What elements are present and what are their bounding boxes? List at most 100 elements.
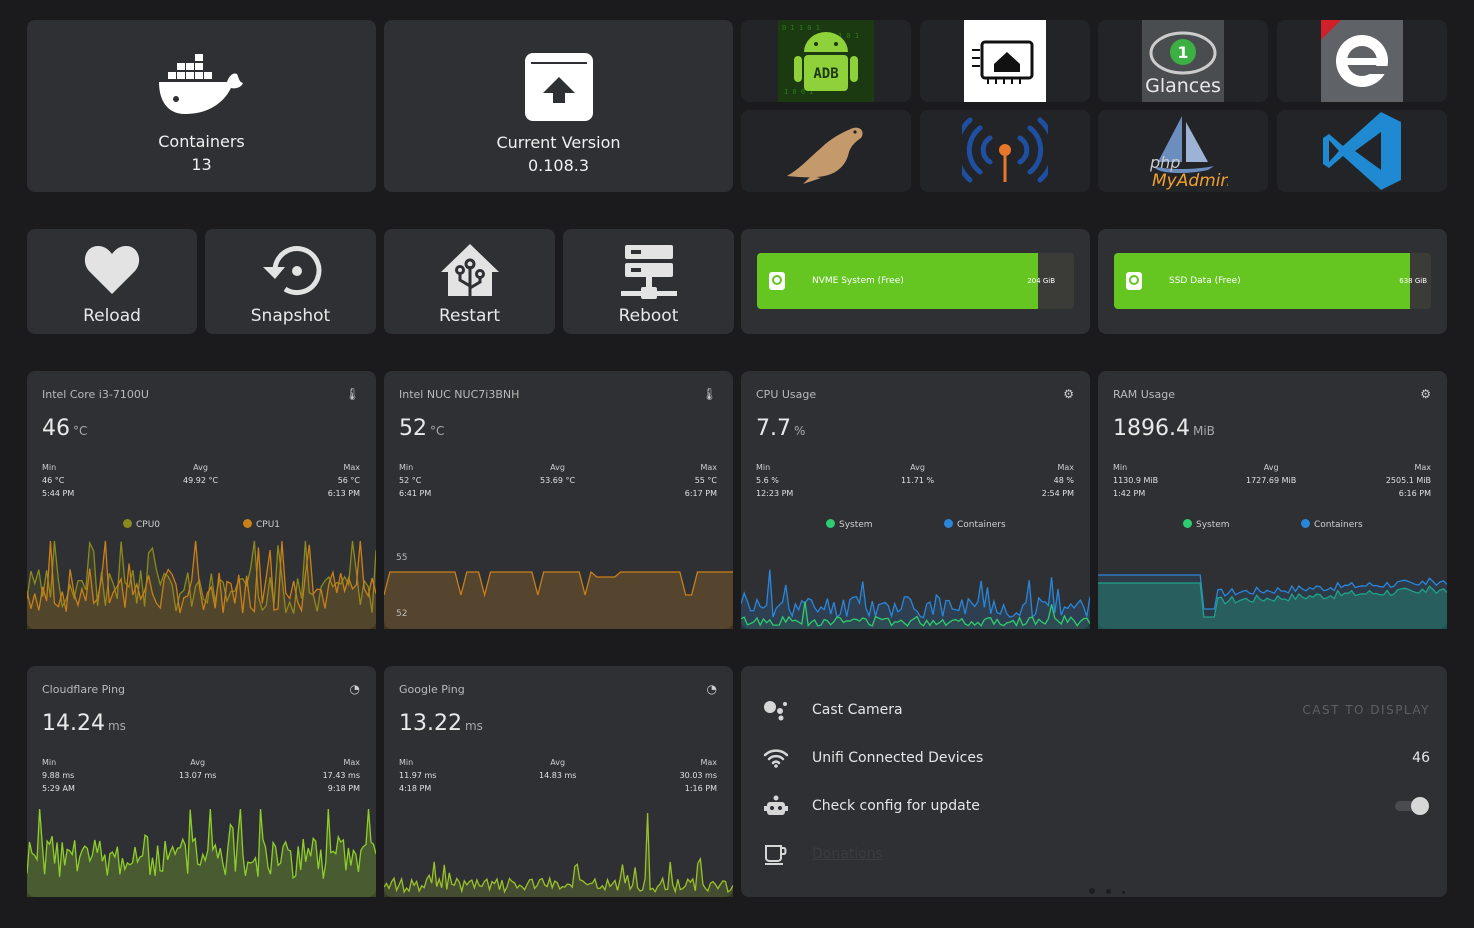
- stat-min: Min 1130.9 MiB 1:42 PM: [1113, 463, 1159, 498]
- svg-text:0 1 1 0 1: 0 1 1 0 1: [782, 24, 820, 32]
- check-config-name: Check config for update: [812, 798, 980, 814]
- app-antenna[interactable]: [920, 110, 1090, 192]
- heart-icon: [84, 246, 140, 294]
- glances-icon: 1 Glances: [1142, 20, 1224, 102]
- app-mariadb[interactable]: [741, 110, 911, 192]
- legend-containers[interactable]: Containers: [1301, 519, 1363, 530]
- cast-camera-row[interactable]: Cast Camera CAST TO DISPLAY: [741, 686, 1447, 734]
- ram-usage-card[interactable]: RAM Usage ⚙ 1896.4 MiB Min 1130.9 MiB 1:42 …: [1098, 371, 1447, 629]
- harddisk-icon: [769, 272, 785, 290]
- ebook-e-icon: [1321, 20, 1403, 102]
- app-e[interactable]: [1277, 20, 1447, 102]
- page-dot[interactable]: [1122, 891, 1126, 894]
- upload-box-icon: [524, 53, 593, 121]
- docker-whale-icon: [158, 54, 243, 114]
- stat-avg: Avg 11.71 %: [901, 463, 935, 485]
- app-vscode[interactable]: [1277, 110, 1447, 192]
- version-label: Current Version: [496, 133, 621, 152]
- cloudflare-ping-card[interactable]: Cloudflare Ping ◔ 14.24 ms Min 9.88 ms 5:29…: [27, 666, 376, 897]
- current-value: 13.22 ms: [399, 711, 483, 736]
- nvme-disk-label: NVME System (Free): [812, 276, 904, 286]
- cast-to-display-button[interactable]: CAST TO DISPLAY: [1302, 686, 1430, 734]
- stat-avg: Avg 14.83 ms: [539, 758, 577, 780]
- nuc-temp-card[interactable]: Intel NUC NUC7i3BNH 🌡 52 °C Min 52 °C 6:41 …: [384, 371, 733, 629]
- cpu-temp-chart: [27, 540, 376, 629]
- svg-text:ADB: ADB: [813, 66, 838, 82]
- stat-max: Max 55 °C 6:17 PM: [684, 463, 717, 498]
- current-version-tile[interactable]: Current Version 0.108.3: [384, 20, 733, 192]
- card-title: RAM Usage: [1113, 388, 1175, 401]
- cast-camera-name: Cast Camera: [812, 702, 903, 718]
- check-config-row[interactable]: Check config for update: [741, 782, 1447, 830]
- cpu-temp-card[interactable]: Intel Core i3-7100U 🌡 46 °C Min 46 °C 5:44 …: [27, 371, 376, 629]
- legend-containers[interactable]: Containers: [944, 519, 1006, 530]
- stat-min: Min 46 °C 5:44 PM: [42, 463, 75, 498]
- card-title: Intel NUC NUC7i3BNH: [399, 388, 520, 401]
- google-ping-chart: [384, 812, 733, 897]
- home-assistant-icon: [440, 244, 499, 296]
- current-value: 1896.4 MiB: [1113, 416, 1215, 441]
- stat-max: Max 30.03 ms 1:16 PM: [679, 758, 717, 793]
- card-title: Cloudflare Ping: [42, 683, 126, 696]
- stat-max: Max 2505.1 MiB 6:16 PM: [1385, 463, 1431, 498]
- restart-button[interactable]: Restart: [384, 229, 555, 334]
- server-network-icon: [620, 245, 677, 299]
- snapshot-restore-icon: [262, 246, 321, 296]
- page-dot-active[interactable]: [1089, 888, 1095, 894]
- donations-row[interactable]: Donations: [741, 830, 1447, 878]
- page-dot[interactable]: [1106, 889, 1112, 894]
- thermometer-icon: 🌡: [701, 387, 717, 401]
- app-phpmyadmin[interactable]: php MyAdmin: [1098, 110, 1268, 192]
- entities-card: Cast Camera CAST TO DISPLAY Unifi Connec…: [741, 666, 1447, 897]
- ssd-disk-label: SSD Data (Free): [1169, 276, 1241, 286]
- chart-area: [384, 572, 733, 629]
- ssd-disk-bar[interactable]: SSD Data (Free) 638 GiB: [1114, 253, 1431, 309]
- nvme-disk-bar[interactable]: NVME System (Free) 204 GiB: [757, 253, 1074, 309]
- stat-avg: Avg 1727.69 MiB: [1246, 463, 1297, 485]
- coffee-cup-icon: [763, 843, 789, 865]
- unifi-value: 46: [1412, 750, 1430, 766]
- adb-android-icon: 0 1 1 0 11 0 11 0 0 1 ADB: [778, 20, 874, 102]
- speedometer-icon: ◔: [349, 682, 360, 696]
- chart-line: [27, 540, 376, 614]
- card-title: Google Ping: [399, 683, 465, 696]
- google-assistant-icon: [763, 699, 789, 721]
- phpmyadmin-icon: php MyAdmin: [1149, 116, 1228, 191]
- reload-button[interactable]: Reload: [27, 229, 197, 334]
- reboot-button[interactable]: Reboot: [563, 229, 734, 334]
- version-value: 0.108.3: [527, 156, 590, 175]
- mariadb-seal-icon: [787, 127, 863, 184]
- stat-max: Max 56 °C 6:13 PM: [327, 463, 360, 498]
- cpu-usage-chart: [741, 569, 1090, 629]
- ssd-disk-fill: [1114, 253, 1411, 309]
- stat-avg: Avg 53.69 °C: [540, 463, 576, 485]
- svg-text:php: php: [1149, 153, 1180, 172]
- stat-avg: Avg 13.07 ms: [179, 758, 217, 780]
- app-glances[interactable]: 1 Glances: [1098, 20, 1268, 102]
- containers-tile[interactable]: Containers 13: [27, 20, 376, 192]
- app-adb[interactable]: 0 1 1 0 11 0 11 0 0 1 ADB: [741, 20, 911, 102]
- current-value: 14.24 ms: [42, 711, 126, 736]
- current-value: 46 °C: [42, 416, 88, 441]
- snapshot-label: Snapshot: [250, 306, 331, 326]
- check-config-toggle[interactable]: [1395, 797, 1429, 815]
- cpu-usage-card[interactable]: CPU Usage ⚙ 7.7% Min 5.6 % 12:23 PM Avg 11.…: [741, 371, 1090, 629]
- stat-min: Min 52 °C 6:41 PM: [399, 463, 432, 498]
- snapshot-button[interactable]: Snapshot: [205, 229, 376, 334]
- legend-system[interactable]: System: [1183, 519, 1230, 530]
- vscode-icon: [1323, 112, 1401, 190]
- unifi-row[interactable]: Unifi Connected Devices 46: [741, 734, 1447, 782]
- thermometer-icon: 🌡: [344, 387, 360, 401]
- legend-cpu0[interactable]: CPU0: [123, 519, 160, 530]
- esphome-icon: [964, 20, 1046, 102]
- stat-min: Min 9.88 ms 5:29 AM: [42, 758, 75, 793]
- legend-system[interactable]: System: [826, 519, 873, 530]
- ssd-disk-card: SSD Data (Free) 638 GiB: [1098, 229, 1447, 334]
- containers-count: 13: [191, 155, 212, 174]
- chip-icon: ⚙: [1063, 387, 1074, 401]
- google-ping-card[interactable]: Google Ping ◔ 13.22 ms Min 11.97 ms 4:18 PM…: [384, 666, 733, 897]
- legend-cpu1[interactable]: CPU1: [243, 519, 280, 530]
- memory-icon: ⚙: [1420, 387, 1431, 401]
- app-esphome[interactable]: [920, 20, 1090, 102]
- donations-link[interactable]: Donations: [812, 830, 883, 878]
